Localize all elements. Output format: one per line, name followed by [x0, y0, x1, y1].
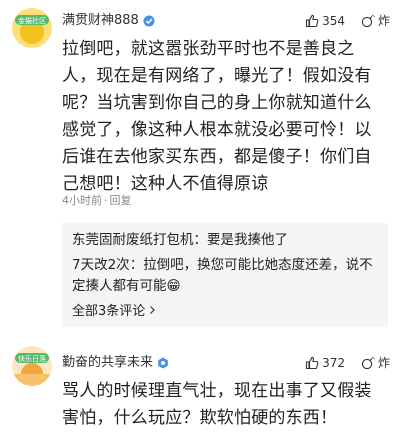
thumbs-up-icon: [306, 356, 319, 369]
reply-item[interactable]: 7天改2次：拉倒吧，换您可能比她态度还差，说不定揍人都有可能😁: [72, 255, 378, 297]
like-count: 372: [322, 355, 345, 370]
comment-time: 4小时前: [62, 194, 102, 207]
avatar-badge-text: 金猫社区: [18, 16, 46, 25]
chevron-right-icon: [150, 305, 156, 314]
reply-item[interactable]: 东莞固耐废纸打包机：要是我揍他了: [72, 230, 378, 251]
comment-text: 骂人的时候理直气壮，现在出事了又假装害怕，什么玩应？欺软怕硬的东西！: [62, 381, 372, 428]
comment-item: 金猫社区 满贯财神888 354 炸 拉倒吧，就这嚣张劲平时也不是善良之人，现在…: [0, 0, 400, 330]
verified-badge-icon: [158, 357, 168, 369]
bomb-button[interactable]: 炸: [361, 12, 390, 29]
comment-item: 快乐日落 勤奋的共享未来 372 炸 骂人的时候理直气壮，现在出事了又假装害怕，…: [0, 340, 400, 436]
username[interactable]: 勤奋的共享未来: [62, 354, 169, 372]
comment-actions: 354 炸: [305, 12, 390, 29]
view-all-replies-link[interactable]: 全部3条评论: [72, 300, 157, 319]
username-text: 勤奋的共享未来: [62, 355, 154, 370]
reply-text: 要是我揍他了: [207, 232, 288, 248]
reply-author[interactable]: 东莞固耐废纸打包机: [72, 232, 194, 248]
bomb-icon: [361, 14, 375, 27]
comment-text: 拉倒吧，就这嚣张劲平时也不是善良之人，现在是有网络了，曝光了！假如没有呢？当坑害…: [62, 39, 372, 194]
comment-actions: 372 炸: [305, 354, 390, 371]
thumbs-up-icon: [306, 14, 319, 27]
comment-meta: 4小时前 · 回复: [62, 194, 132, 207]
avatar[interactable]: 快乐日落: [12, 346, 52, 386]
bomb-label: 炸: [377, 14, 390, 28]
like-button[interactable]: 354: [305, 14, 345, 28]
bomb-icon: [361, 356, 375, 369]
bomb-label: 炸: [377, 356, 390, 370]
avatar[interactable]: 金猫社区: [12, 8, 52, 48]
bomb-button[interactable]: 炸: [361, 354, 390, 371]
reply-box: 东莞固耐废纸打包机：要是我揍他了 7天改2次：拉倒吧，换您可能比她态度还差，说不…: [62, 223, 388, 327]
username[interactable]: 满贯财神888: [62, 12, 155, 30]
avatar-badge-text: 快乐日落: [18, 354, 46, 363]
verified-badge-icon: [143, 15, 155, 27]
username-text: 满贯财神888: [62, 13, 139, 28]
reply-link[interactable]: 回复: [110, 194, 132, 207]
like-button[interactable]: 372: [305, 356, 345, 370]
view-all-replies-label: 全部3条评论: [72, 304, 146, 319]
reply-author[interactable]: 7天改2次: [72, 257, 130, 273]
like-count: 354: [322, 13, 345, 28]
